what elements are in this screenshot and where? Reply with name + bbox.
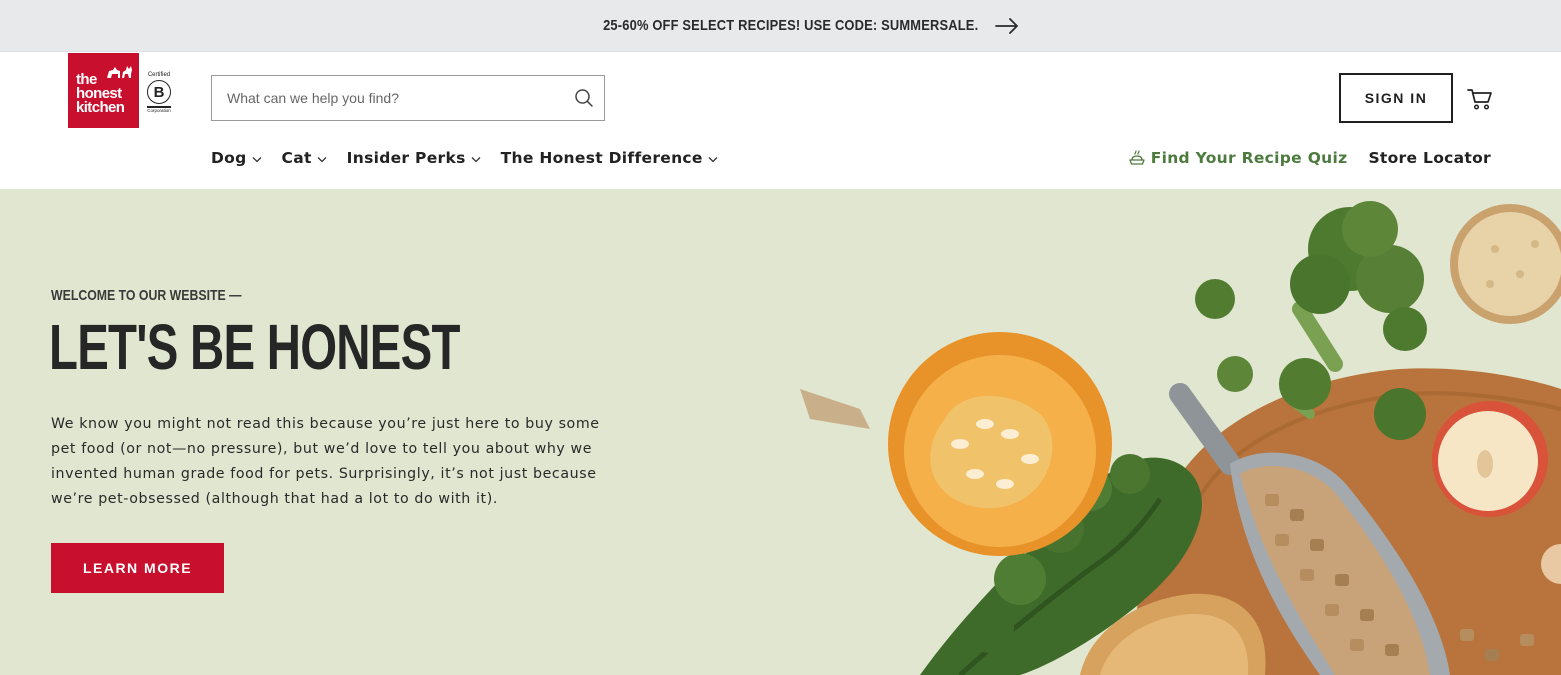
food-bowl-icon [1129, 150, 1145, 165]
hero-body-text: We know you might not read this because … [51, 416, 600, 507]
learn-more-button[interactable]: LEARN MORE [51, 543, 224, 593]
chevron-down-icon [252, 156, 261, 162]
promo-text[interactable]: 25-60% OFF SELECT RECIPES! USE CODE: SUM… [603, 17, 978, 34]
sign-in-button[interactable]: SIGN IN [1339, 73, 1453, 123]
nav-item-label: The Honest Difference [500, 149, 703, 167]
hero-section: WELCOME TO OUR WEBSITE — LET'S BE HONEST… [0, 189, 1561, 675]
arrow-right-icon[interactable] [994, 17, 1019, 34]
cart-icon[interactable] [1467, 87, 1493, 111]
site-header: the honest kitchen Certified B Corporati… [0, 52, 1561, 189]
search-box[interactable] [211, 75, 605, 121]
nav-item-cat[interactable]: Cat [282, 149, 327, 167]
brand-logo[interactable]: the honest kitchen [68, 53, 139, 128]
recipe-quiz-label: Find Your Recipe Quiz [1150, 149, 1348, 167]
chevron-down-icon [317, 156, 327, 162]
promo-banner[interactable]: 25-60% OFF SELECT RECIPES! USE CODE: SUM… [0, 0, 1561, 52]
store-locator-link[interactable]: Store Locator [1368, 149, 1491, 167]
main-nav: Dog Cat Insider Perks The Honest Differe… [211, 146, 718, 170]
chevron-down-icon [471, 156, 481, 162]
nav-item-label: Dog [211, 149, 247, 167]
nav-item-dog[interactable]: Dog [211, 149, 262, 167]
hero-food-image [800, 201, 1561, 675]
chevron-down-icon [708, 156, 718, 162]
nav-right-links: Find Your Recipe Quiz Store Locator [1128, 146, 1491, 170]
bcorp-corporation-text: Corporation [147, 107, 171, 113]
hero-eyebrow: WELCOME TO OUR WEBSITE — [51, 287, 242, 304]
dog-cat-logo-icon [107, 66, 132, 78]
search-icon[interactable] [574, 88, 594, 108]
nav-item-label: Insider Perks [346, 149, 466, 167]
bcorp-b-letter: B [147, 80, 171, 104]
hero-headline: LET'S BE HONEST [49, 311, 460, 383]
recipe-quiz-link[interactable]: Find Your Recipe Quiz [1128, 149, 1348, 167]
b-corp-badge: Certified B Corporation [146, 72, 172, 118]
bcorp-certified-text: Certified [147, 72, 171, 78]
nav-item-label: Cat [281, 149, 312, 167]
logo-text-kitchen: kitchen [76, 98, 125, 116]
nav-item-honest-difference[interactable]: The Honest Difference [501, 149, 718, 167]
nav-item-insider-perks[interactable]: Insider Perks [347, 149, 481, 167]
search-input[interactable] [212, 76, 574, 120]
